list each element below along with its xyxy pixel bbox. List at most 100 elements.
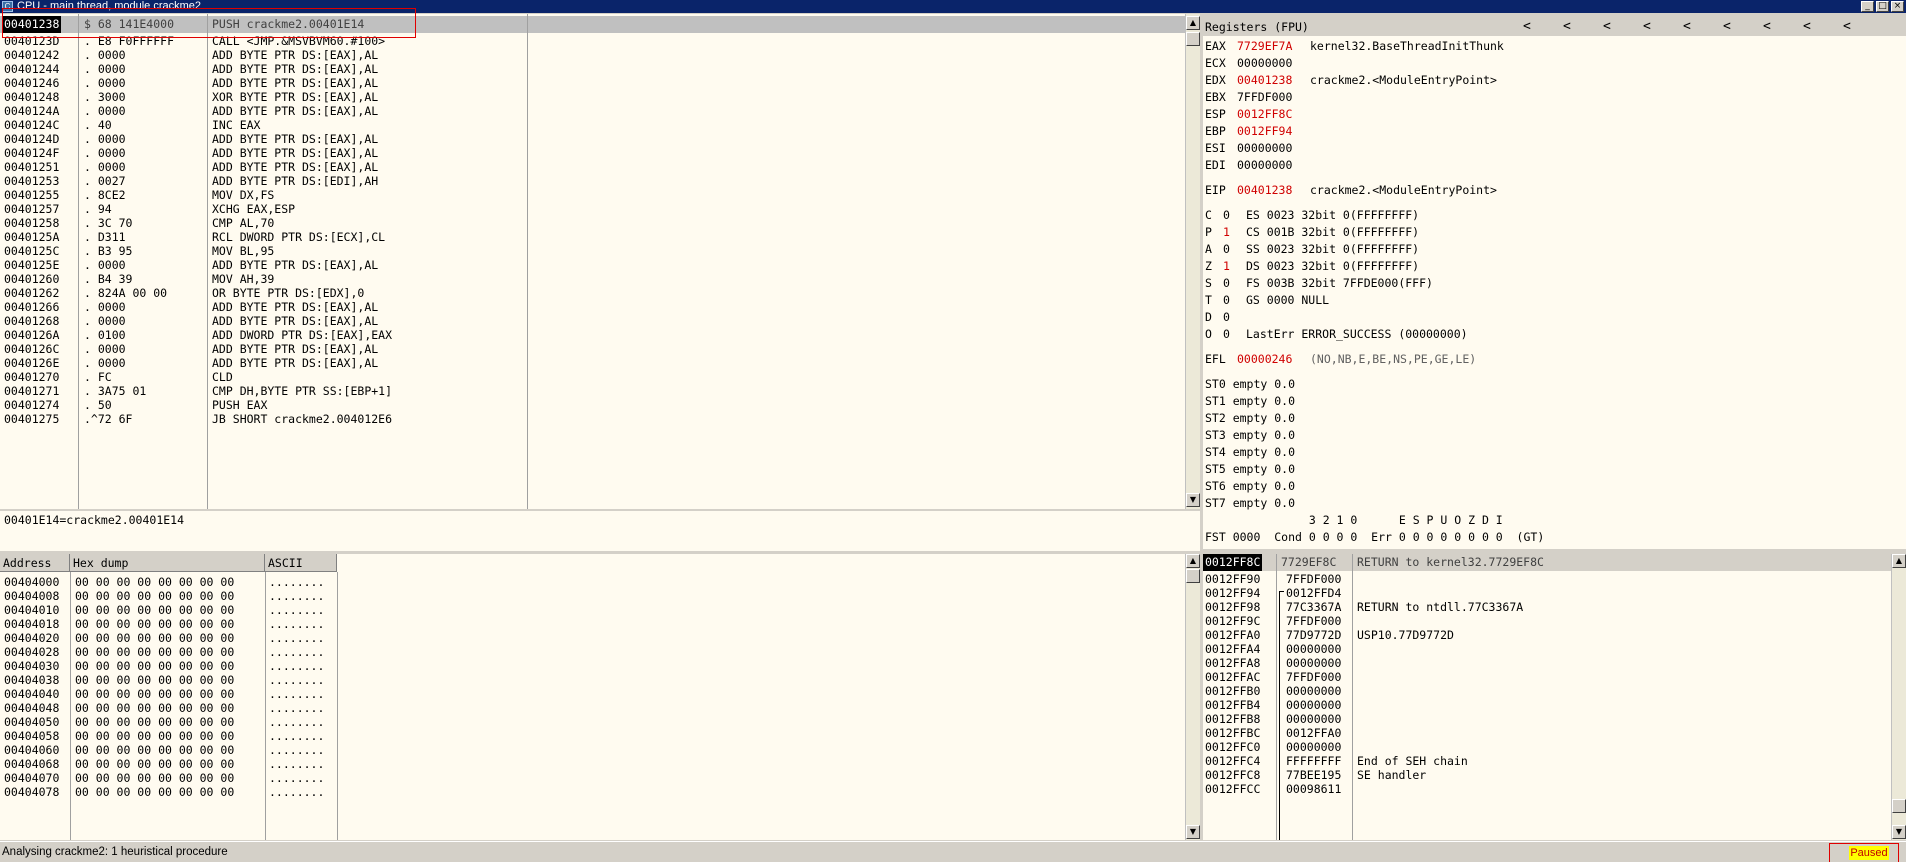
fpu-register[interactable]: ST3 empty 0.0 bbox=[1203, 427, 1903, 444]
register-esp[interactable]: ESP 0012FF8C bbox=[1203, 106, 1903, 123]
register-view-chevron-button[interactable]: < bbox=[1683, 19, 1691, 34]
register-comment: crackme2.<ModuleEntryPoint> bbox=[1310, 73, 1497, 87]
segment-info: SS 0023 32bit 0(FFFFFFFF) bbox=[1246, 242, 1420, 256]
column-divider bbox=[337, 572, 338, 840]
dump-scrollbar[interactable]: ▲ ▼ bbox=[1185, 554, 1200, 840]
status-bar: Analysing crackme2: 1 heuristical proced… bbox=[0, 841, 1906, 862]
maximize-button[interactable]: □ bbox=[1876, 1, 1889, 12]
fst-status[interactable]: FST 0000 Cond 0 0 0 0 Err 0 0 0 0 0 0 0 … bbox=[1203, 529, 1903, 546]
register-view-chevron-button[interactable]: < bbox=[1763, 19, 1771, 34]
flag-p[interactable]: P 1 CS 001B 32bit 0(FFFFFFFF) bbox=[1203, 224, 1903, 241]
fpu-register[interactable]: ST7 empty 0.0 bbox=[1203, 495, 1903, 512]
register-value: 00401238 bbox=[1237, 73, 1293, 87]
register-view-chevron-button[interactable]: < bbox=[1843, 19, 1851, 34]
stack-top-value: 7729EF8C bbox=[1281, 555, 1337, 569]
register-value: 00000246 bbox=[1237, 352, 1293, 366]
register-name: EFL bbox=[1205, 352, 1226, 366]
close-button[interactable]: × bbox=[1891, 1, 1904, 12]
register-name: EBX bbox=[1205, 90, 1226, 104]
flag-c[interactable]: C 0 ES 0023 32bit 0(FFFFFFFF) bbox=[1203, 207, 1903, 224]
register-ebx[interactable]: EBX 7FFDF000 bbox=[1203, 89, 1903, 106]
stack-pane[interactable]: 0012FF8C 7729EF8C RETURN to kernel32.772… bbox=[1203, 554, 1891, 840]
fpu-register-text: ST1 empty 0.0 bbox=[1205, 394, 1296, 408]
register-eax[interactable]: EAX 7729EF7A kernel32.BaseThreadInitThunk bbox=[1203, 38, 1903, 55]
scroll-up-button[interactable]: ▲ bbox=[1186, 554, 1200, 568]
disassembly-pane[interactable]: 00401238 $ 68 141E4000 PUSH crackme2.004… bbox=[0, 14, 1185, 509]
register-name: ECX bbox=[1205, 56, 1226, 70]
flag-o[interactable]: O 0 LastErr ERROR_SUCCESS (00000000) bbox=[1203, 326, 1903, 343]
register-view-chevron-button[interactable]: < bbox=[1603, 19, 1611, 34]
register-comment: crackme2.<ModuleEntryPoint> bbox=[1310, 183, 1497, 197]
flag-d[interactable]: D0 bbox=[1203, 309, 1903, 326]
scroll-thumb[interactable] bbox=[1892, 799, 1906, 813]
fpu-register[interactable]: ST0 empty 0.0 bbox=[1203, 376, 1903, 393]
register-value: 00000000 bbox=[1237, 56, 1293, 70]
flag-s[interactable]: S 0 FS 003B 32bit 7FFDE000(FFF) bbox=[1203, 275, 1903, 292]
dump-header-address[interactable]: Address bbox=[0, 554, 70, 572]
flag-value: 0 bbox=[1223, 276, 1230, 290]
registers-header[interactable]: Registers (FPU) < < < < < < < < < bbox=[1200, 19, 1906, 35]
flag-value: 0 bbox=[1223, 208, 1230, 222]
scroll-down-button[interactable]: ▼ bbox=[1186, 825, 1200, 839]
fst-status-text: FST 0000 Cond 0 0 0 0 Err 0 0 0 0 0 0 0 … bbox=[1205, 530, 1545, 544]
register-view-chevron-button[interactable]: < bbox=[1723, 19, 1731, 34]
segment-info: GS 0000 NULL bbox=[1246, 293, 1330, 307]
fpu-register[interactable]: ST4 empty 0.0 bbox=[1203, 444, 1903, 461]
stack-row[interactable]: 0012FFCC 00098611 bbox=[1203, 781, 1891, 798]
dump-header-ascii[interactable]: ASCII bbox=[265, 554, 337, 572]
flag-value: 0 bbox=[1223, 327, 1230, 341]
flag-a[interactable]: A 0 SS 0023 32bit 0(FFFFFFFF) bbox=[1203, 241, 1903, 258]
register-comment: (NO,NB,E,BE,NS,PE,GE,LE) bbox=[1310, 352, 1477, 366]
fpu-register[interactable]: ST1 empty 0.0 bbox=[1203, 393, 1903, 410]
disasm-hex: .^72 6F bbox=[84, 412, 133, 426]
register-edi[interactable]: EDI 00000000 bbox=[1203, 157, 1903, 174]
register-view-chevron-button[interactable]: < bbox=[1803, 19, 1811, 34]
disasm-instruction: JB SHORT crackme2.004012E6 bbox=[212, 412, 393, 426]
register-ebp[interactable]: EBP 0012FF94 bbox=[1203, 123, 1903, 140]
register-view-chevron-button[interactable]: < bbox=[1563, 19, 1571, 34]
flag-name: O bbox=[1205, 327, 1212, 341]
dump-header-hex[interactable]: Hex dump bbox=[70, 554, 265, 572]
register-esi[interactable]: ESI 00000000 bbox=[1203, 140, 1903, 157]
fpu-register-text: ST5 empty 0.0 bbox=[1205, 462, 1296, 476]
scroll-down-button[interactable]: ▼ bbox=[1186, 493, 1200, 507]
column-divider bbox=[1352, 554, 1353, 840]
column-divider bbox=[1276, 554, 1277, 840]
stack-current-row[interactable]: 0012FF8C 7729EF8C RETURN to kernel32.772… bbox=[1203, 554, 1891, 571]
stack-address: 0012FFCC bbox=[1205, 782, 1261, 796]
flag-t[interactable]: T 0 GS 0000 NULL bbox=[1203, 292, 1903, 309]
fpu-register-text: ST0 empty 0.0 bbox=[1205, 377, 1296, 391]
disasm-row[interactable]: 00401275 .^72 6F JB SHORT crackme2.004012E… bbox=[0, 411, 1185, 428]
register-value: 7729EF7A bbox=[1237, 39, 1293, 53]
minimize-button[interactable]: _ bbox=[1861, 1, 1874, 12]
annotation-box bbox=[2, 8, 416, 38]
hex-dump-pane[interactable]: Address Hex dump ASCII 00404000 00 00 00 … bbox=[0, 554, 1185, 840]
register-name: EAX bbox=[1205, 39, 1226, 53]
registers-pane[interactable]: EAX 7729EF7A kernel32.BaseThreadInitThunk E… bbox=[1203, 36, 1906, 549]
register-value: 00000000 bbox=[1237, 158, 1293, 172]
scroll-thumb[interactable] bbox=[1186, 32, 1200, 46]
scroll-thumb[interactable] bbox=[1186, 569, 1200, 583]
register-value: 0012FF94 bbox=[1237, 124, 1293, 138]
fpu-register[interactable]: ST6 empty 0.0 bbox=[1203, 478, 1903, 495]
register-view-chevron-button[interactable]: < bbox=[1643, 19, 1651, 34]
register-ecx[interactable]: ECX 00000000 bbox=[1203, 55, 1903, 72]
fpu-register[interactable]: ST2 empty 0.0 bbox=[1203, 410, 1903, 427]
flag-name: C bbox=[1205, 208, 1212, 222]
dump-row[interactable]: 00404078 00 00 00 00 00 00 00 00........ bbox=[0, 784, 1185, 801]
register-view-chevron-button[interactable]: < bbox=[1523, 19, 1531, 34]
register-eip[interactable]: EIP 00401238 crackme2.<ModuleEntryPoint> bbox=[1203, 182, 1903, 199]
disasm-scrollbar[interactable]: ▲ ▼ bbox=[1185, 14, 1200, 509]
stack-scrollbar[interactable]: ▲ ▼ bbox=[1891, 554, 1906, 840]
scroll-up-button[interactable]: ▲ bbox=[1892, 554, 1906, 568]
register-edx[interactable]: EDX 00401238 crackme2.<ModuleEntryPoint> bbox=[1203, 72, 1903, 89]
register-name: ESI bbox=[1205, 141, 1226, 155]
fst-header[interactable]: 3 2 1 0 E S P U O Z D I bbox=[1203, 512, 1903, 529]
register-efl[interactable]: EFL 00000246 (NO,NB,E,BE,NS,PE,GE,LE) bbox=[1203, 351, 1903, 368]
flag-z[interactable]: Z 1 DS 0023 32bit 0(FFFFFFFF) bbox=[1203, 258, 1903, 275]
scroll-up-button[interactable]: ▲ bbox=[1186, 16, 1200, 30]
scroll-down-button[interactable]: ▼ bbox=[1892, 825, 1906, 839]
stack-top-comment: RETURN to kernel32.7729EF8C bbox=[1357, 555, 1544, 569]
fpu-register[interactable]: ST5 empty 0.0 bbox=[1203, 461, 1903, 478]
flag-name: A bbox=[1205, 242, 1212, 256]
